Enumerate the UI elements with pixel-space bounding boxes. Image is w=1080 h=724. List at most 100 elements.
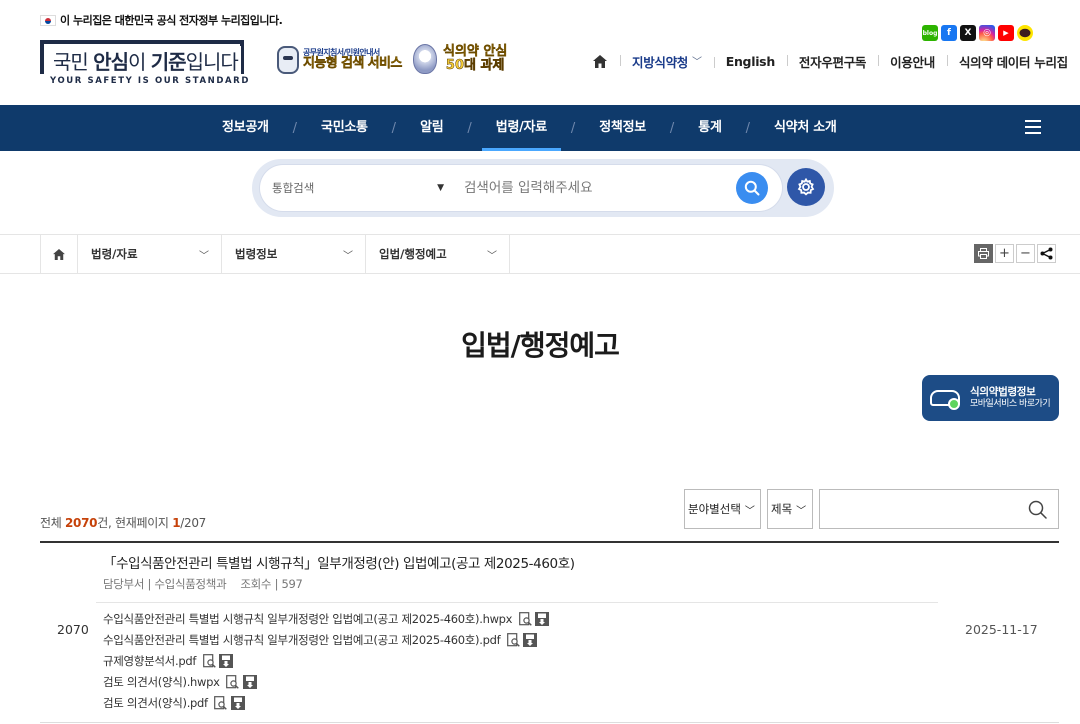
- board-search-input[interactable]: [826, 496, 1026, 522]
- kakaotalk-icon[interactable]: [1017, 25, 1033, 41]
- download-icon[interactable]: [230, 695, 245, 710]
- safety-50-line1: 식의약 안심: [443, 44, 508, 60]
- logo-text: 국민 안심이 기준입니다: [50, 46, 241, 75]
- gov-banner-text: 이 누리집은 대한민국 공식 전자정부 누리집입니다.: [60, 14, 283, 27]
- sns-links: blog f X ◎ ▶: [922, 25, 1033, 41]
- gnb-item-law[interactable]: 법령/자료: [481, 105, 561, 151]
- home-icon[interactable]: [592, 54, 608, 70]
- chevron-down-icon: ﹀: [744, 505, 755, 517]
- breadcrumb: 법령/자료 ﹀ 법령정보 ﹀ 입법/행정예고 ﹀: [40, 235, 510, 273]
- zoom-out-button[interactable]: −: [1016, 244, 1035, 263]
- newsletter-link[interactable]: 전자우편구독: [786, 52, 878, 71]
- x-icon[interactable]: X: [960, 25, 976, 41]
- site-logo[interactable]: 국민 안심이 기준입니다 YOUR SAFETY IS OUR STANDARD: [40, 40, 248, 90]
- guide-link[interactable]: 이용안내: [878, 52, 947, 71]
- download-icon[interactable]: [535, 612, 550, 627]
- attachment-item: 검토 의견서(양식).hwpx: [103, 671, 549, 692]
- logo-slogan: YOUR SAFETY IS OUR STANDARD: [50, 76, 250, 86]
- robot-icon: [277, 46, 299, 74]
- safety-50-banner[interactable]: 식의약 안심 50대 과제: [413, 44, 508, 74]
- category-filter-select[interactable]: 분야별선택 ﹀: [684, 489, 761, 529]
- breadcrumb-home[interactable]: [40, 235, 78, 273]
- gnb-menu: 정보공개 / 국민소통 / 알림 / 법령/자료 / 정책정보 / 통계 / 식…: [208, 105, 851, 151]
- attachment-link[interactable]: 검토 의견서(양식).pdf: [103, 695, 208, 711]
- search-icon: [1028, 500, 1047, 519]
- preview-icon[interactable]: [214, 695, 228, 710]
- data-portal-link[interactable]: 식의약 데이터 누리집: [946, 52, 1080, 71]
- utility-menu: 지방식약청 ﹀ English 전자우편구독 이용안내 식의약 데이터 누리집: [592, 52, 1080, 71]
- zoom-in-button[interactable]: +: [995, 244, 1014, 263]
- preview-icon[interactable]: [518, 612, 532, 627]
- gnb-item-about[interactable]: 식약처 소개: [760, 105, 851, 151]
- print-icon[interactable]: [974, 244, 993, 263]
- gnb-item-policy[interactable]: 정책정보: [585, 105, 660, 151]
- blog-icon[interactable]: blog: [922, 25, 938, 41]
- search-scope-select[interactable]: 통합검색 ▼: [272, 165, 444, 211]
- total-count: 전체 2070건, 현재페이지 1/207: [40, 516, 206, 530]
- chevron-down-icon: ﹀: [343, 250, 353, 262]
- preview-icon[interactable]: [506, 633, 520, 647]
- main-navigation: 정보공개 / 국민소통 / 알림 / 법령/자료 / 정책정보 / 통계 / 식…: [0, 105, 1080, 151]
- attachment-list: 수입식품안전관리 특별법 시행규칙 일부개정령안 입법예고(공고 제2025-4…: [103, 609, 550, 713]
- local-office-dropdown[interactable]: 지방식약청 ﹀: [620, 52, 714, 71]
- gnb-item-notice[interactable]: 알림: [406, 105, 457, 151]
- gear-icon: [797, 178, 815, 196]
- page-title: 입법/행정예고: [461, 329, 620, 362]
- search-field-select[interactable]: 제목 ﹀: [767, 489, 813, 529]
- breadcrumb-level3[interactable]: 입법/행정예고 ﹀: [366, 235, 510, 273]
- download-icon[interactable]: [219, 653, 234, 668]
- attachment-item: 수입식품안전관리 특별법 시행규칙 일부개정령안 입법예고(공고 제2025-4…: [103, 630, 549, 651]
- attachment-link[interactable]: 검토 의견서(양식).hwpx: [103, 674, 220, 690]
- row-bottom-border: [40, 722, 1059, 723]
- menu-icon[interactable]: [1025, 120, 1041, 134]
- attachment-item: 수입식품안전관리 특별법 시행규칙 일부개정령안 입법예고(공고 제2025-4…: [103, 609, 550, 630]
- location-bar: 법령/자료 ﹀ 법령정보 ﹀ 입법/행정예고 ﹀ + −: [0, 234, 1080, 274]
- gnb-item-info[interactable]: 정보공개: [208, 105, 283, 151]
- search-settings-button[interactable]: [787, 168, 825, 206]
- attachment-item: 검토 의견서(양식).pdf: [103, 692, 549, 713]
- search-box: 통합검색 ▼: [260, 165, 782, 211]
- attachment-item: 규제영향분석서.pdf: [103, 651, 549, 672]
- gnb-item-communication[interactable]: 국민소통: [307, 105, 382, 151]
- page-tools: + −: [974, 244, 1056, 263]
- board-top-border: [40, 541, 1059, 543]
- post-divider: [96, 602, 938, 603]
- gov-banner: 이 누리집은 대한민국 공식 전자정부 누리집입니다.: [40, 12, 283, 28]
- preview-icon[interactable]: [226, 674, 240, 689]
- download-icon[interactable]: [523, 633, 538, 648]
- mascot-icon: [413, 44, 437, 74]
- mobile-law-service-banner[interactable]: 식의약법령정보 모바일서비스 바로가기: [922, 375, 1059, 421]
- attachment-link[interactable]: 수입식품안전관리 특별법 시행규칙 일부개정령안 입법예고(공고 제2025-4…: [103, 632, 501, 648]
- youtube-icon[interactable]: ▶: [998, 25, 1014, 41]
- attachment-link[interactable]: 수입식품안전관리 특별법 시행규칙 일부개정령안 입법예고(공고 제2025-4…: [103, 611, 513, 627]
- instagram-icon[interactable]: ◎: [979, 25, 995, 41]
- breadcrumb-level2[interactable]: 법령정보 ﹀: [222, 235, 366, 273]
- caret-down-icon: ▼: [437, 183, 444, 193]
- chevron-down-icon: ﹀: [487, 250, 497, 262]
- board-search-button[interactable]: [1028, 500, 1047, 523]
- korea-flag-icon: [40, 14, 56, 26]
- smart-search-banner[interactable]: 공무원지침서/민원안내서 지능형 검색 서비스: [277, 46, 403, 74]
- attachment-link[interactable]: 규제영향분석서.pdf: [103, 653, 196, 669]
- breadcrumb-level1[interactable]: 법령/자료 ﹀: [78, 235, 222, 273]
- search-button[interactable]: [736, 172, 768, 204]
- post-number: 2070: [57, 622, 89, 637]
- safety-50-line2: 50대 과제: [445, 58, 505, 73]
- chevron-down-icon: ﹀: [692, 57, 702, 68]
- share-icon[interactable]: [1037, 244, 1056, 263]
- board-search: [819, 489, 1059, 529]
- facebook-icon[interactable]: f: [941, 25, 957, 41]
- gnb-item-statistics[interactable]: 통계: [684, 105, 735, 151]
- post-date: 2025-11-17: [965, 622, 1038, 637]
- search-input[interactable]: [464, 173, 724, 203]
- post-meta: 담당부서 | 수입식품정책과 조회수 | 597: [103, 577, 303, 591]
- post-title-link[interactable]: 「수입식품안전관리 특별법 시행규칙」일부개정령(안) 입법예고(공고 제202…: [103, 552, 575, 572]
- car-icon: [928, 384, 964, 412]
- home-icon: [53, 248, 65, 260]
- integrated-search: 통합검색 ▼: [252, 159, 834, 217]
- smart-search-title: 지능형 검색 서비스: [303, 56, 403, 72]
- preview-icon[interactable]: [202, 654, 216, 668]
- english-link[interactable]: English: [713, 54, 787, 69]
- search-icon: [744, 180, 760, 196]
- download-icon[interactable]: [242, 674, 257, 689]
